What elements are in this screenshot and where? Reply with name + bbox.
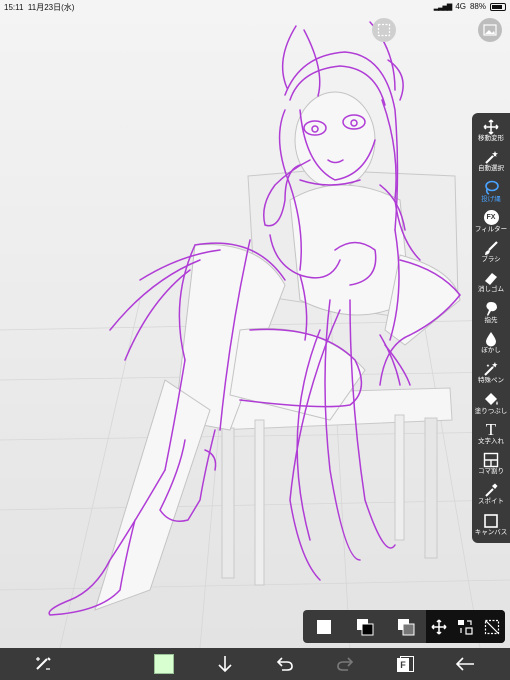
tool-text[interactable]: T 文字入れ	[472, 419, 510, 452]
download-button[interactable]	[214, 654, 236, 674]
status-bar: 15:11 11月23日(水) ▂▃▅▇ 4G 88%	[0, 0, 510, 14]
add-selection-icon	[356, 618, 373, 635]
tool-brush-label: ブラシ	[481, 256, 501, 264]
clear-selection-button[interactable]	[480, 616, 504, 638]
transform-icon	[458, 619, 474, 635]
gallery-button[interactable]	[478, 18, 502, 42]
canvas-icon	[482, 513, 500, 529]
tool-filter[interactable]: FX フィルター	[472, 210, 510, 240]
tool-palette: 移動変形 自動選択 投げ縄 FX フィルター ブラシ 消しゴム 指先 ぼかし 特…	[472, 113, 510, 543]
fx-glyph: FX	[483, 210, 499, 226]
tool-blur-label: ぼかし	[481, 346, 501, 354]
tool-fill-label: 塗りつぶし	[474, 407, 508, 415]
back-button[interactable]	[454, 654, 476, 674]
move-selection-button[interactable]	[427, 616, 451, 638]
tool-frame-divide[interactable]: コマ割り	[472, 452, 510, 482]
tool-text-label: 文字入れ	[478, 437, 504, 445]
status-time: 15:11	[4, 3, 24, 12]
arrow-left-icon	[455, 657, 474, 671]
tool-lasso[interactable]: 投げ縄	[472, 180, 510, 210]
tool-fill[interactable]: 塗りつぶし	[472, 392, 510, 422]
lasso-icon	[482, 180, 500, 196]
finger-icon	[482, 301, 500, 317]
figure-model	[94, 91, 461, 611]
layer-button[interactable]: F	[394, 654, 416, 674]
tool-blur[interactable]: ぼかし	[472, 331, 510, 361]
quick-menu-icon	[36, 657, 51, 670]
undo-icon	[276, 657, 293, 671]
tool-eyedropper[interactable]: スポイト	[472, 482, 510, 512]
layers-icon	[377, 23, 391, 37]
special-pen-icon	[482, 361, 500, 377]
tool-auto-select-label: 自動選択	[478, 165, 504, 173]
layer-icon: F	[397, 656, 414, 672]
fx-icon: FX	[482, 210, 500, 226]
arrow-down-icon	[218, 656, 232, 673]
tool-frame-divide-label: コマ割り	[478, 468, 504, 476]
redo-button[interactable]	[334, 654, 356, 674]
blur-drop-icon	[482, 331, 500, 347]
battery-icon	[490, 2, 506, 11]
signal-type: 4G	[455, 2, 466, 11]
tool-brush[interactable]: ブラシ	[472, 240, 510, 270]
text-icon: T	[482, 419, 500, 439]
tool-special-pen-label: 特殊ペン	[478, 377, 504, 385]
add-selection-button[interactable]	[353, 616, 377, 638]
canvas-artwork	[0, 21, 510, 648]
primary-color-swatch[interactable]	[154, 654, 174, 674]
tool-filter-label: フィルター	[474, 225, 508, 233]
transform-selection-button[interactable]	[453, 616, 477, 638]
tool-special-pen[interactable]: 特殊ペン	[472, 361, 510, 391]
tool-canvas-label: キャンバス	[474, 528, 508, 536]
tool-move-label: 移動変形	[478, 135, 504, 142]
new-selection-button[interactable]	[312, 616, 336, 638]
tool-eraser-label: 消しゴム	[478, 286, 504, 294]
gallery-icon	[483, 24, 497, 36]
redo-icon	[337, 657, 354, 671]
layer-glyph: F	[397, 658, 409, 672]
status-date: 11月23日(水)	[27, 3, 75, 12]
selection-toolbar	[303, 610, 505, 643]
subtract-selection-icon	[397, 618, 414, 635]
quick-menu-button[interactable]	[32, 654, 54, 674]
tool-eyedropper-label: スポイト	[478, 498, 504, 506]
subtract-selection-button[interactable]	[394, 616, 418, 638]
frame-divide-icon	[482, 452, 500, 468]
layers-button[interactable]	[372, 18, 396, 42]
tool-auto-select[interactable]: 自動選択	[472, 149, 510, 179]
battery-percent: 88%	[469, 2, 486, 11]
tool-finger-label: 指先	[484, 316, 498, 324]
tool-canvas[interactable]: キャンバス	[472, 513, 510, 543]
signal-bars-icon: ▂▃▅▇	[433, 3, 453, 11]
bucket-icon	[482, 392, 500, 408]
magic-wand-icon	[482, 149, 500, 165]
tool-finger[interactable]: 指先	[472, 301, 510, 331]
tool-move[interactable]: 移動変形	[472, 119, 510, 149]
selection-mode-group	[303, 610, 426, 643]
new-selection-icon	[316, 619, 331, 634]
eyedropper-icon	[482, 482, 500, 498]
undo-button[interactable]	[274, 654, 296, 674]
text-glyph: T	[485, 419, 497, 439]
clear-selection-icon	[484, 619, 499, 634]
tool-eraser[interactable]: 消しゴム	[472, 270, 510, 300]
bottom-toolbar: F	[0, 648, 510, 680]
selection-action-group	[426, 610, 505, 643]
drawing-canvas[interactable]	[0, 14, 510, 648]
status-time-date: 15:11 11月23日(水)	[4, 2, 74, 13]
move-icon	[431, 618, 447, 635]
move-icon	[482, 119, 500, 135]
eraser-icon	[482, 270, 500, 286]
tool-lasso-label: 投げ縄	[481, 195, 501, 203]
brush-icon	[482, 240, 500, 256]
status-indicators: ▂▃▅▇ 4G 88%	[434, 2, 506, 11]
